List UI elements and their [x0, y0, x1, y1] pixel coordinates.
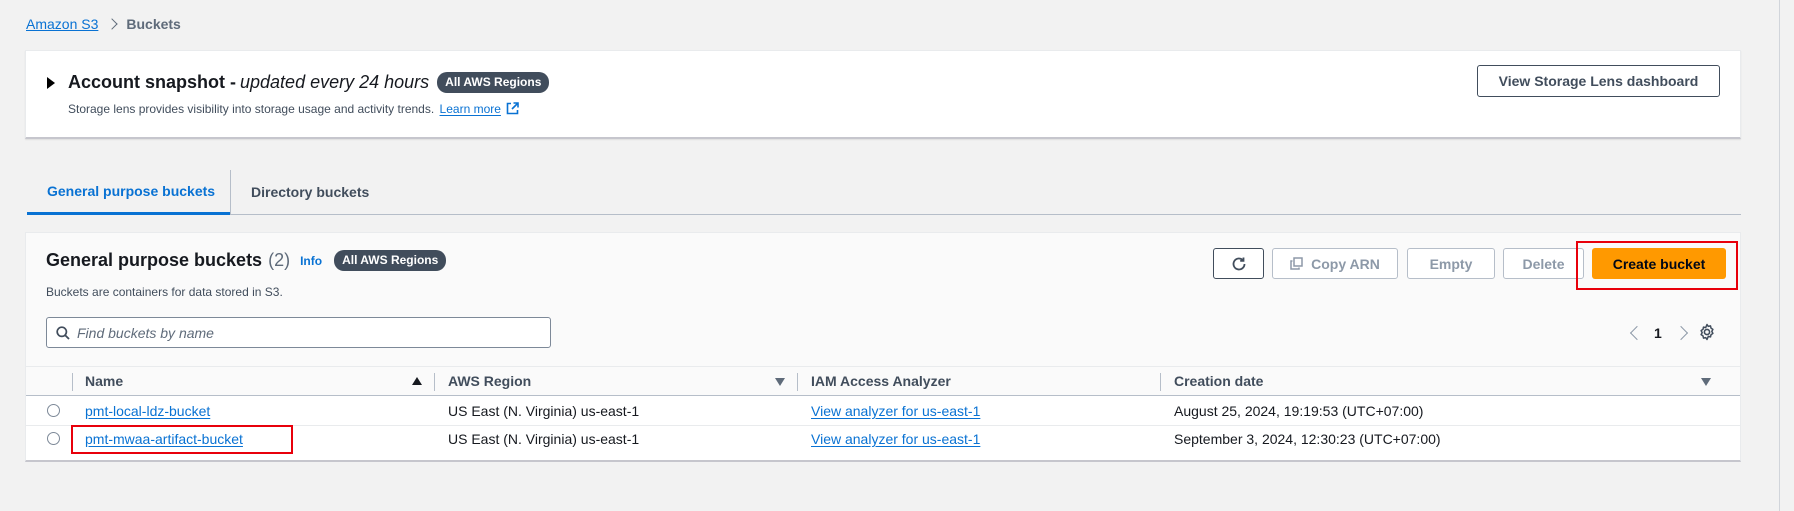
column-divider — [797, 373, 798, 391]
external-link-icon[interactable] — [506, 102, 520, 115]
snapshot-description: Storage lens provides visibility into st… — [68, 102, 520, 116]
row-select-radio[interactable] — [47, 404, 60, 417]
breadcrumb-current: Buckets — [126, 16, 181, 32]
empty-button[interactable]: Empty — [1407, 248, 1495, 279]
refresh-icon — [1232, 257, 1245, 270]
buckets-heading: General purpose buckets (2) Info All AWS… — [46, 250, 447, 271]
bucket-creation-date: September 3, 2024, 12:30:23 (UTC+07:00) — [1174, 431, 1441, 447]
column-header-iam-analyzer[interactable]: IAM Access Analyzer — [811, 367, 951, 395]
account-snapshot-heading[interactable]: Account snapshot - updated every 24 hour… — [68, 72, 550, 93]
sort-ascending-icon[interactable] — [412, 377, 422, 385]
buckets-count: (2) — [268, 250, 291, 270]
bucket-creation-date: August 25, 2024, 19:19:53 (UTC+07:00) — [1174, 403, 1424, 419]
copy-arn-label: Copy ARN — [1311, 255, 1380, 272]
table-row[interactable]: pmt-mwaa-artifact-bucket US East (N. Vir… — [26, 424, 1740, 454]
tab-general-purpose-buckets[interactable]: General purpose buckets — [27, 170, 230, 215]
table-row[interactable]: pmt-local-ldz-bucket US East (N. Virgini… — [26, 396, 1740, 426]
refresh-button[interactable] — [1213, 248, 1264, 279]
search-icon — [56, 325, 70, 340]
column-divider — [1160, 373, 1161, 391]
bucket-region: US East (N. Virginia) us-east-1 — [448, 403, 640, 419]
column-header-region[interactable]: AWS Region — [448, 367, 531, 395]
view-analyzer-link[interactable]: View analyzer for us-east-1 — [811, 424, 980, 454]
account-snapshot-subtitle: updated every 24 hours — [240, 72, 430, 92]
bucket-name-link[interactable]: pmt-mwaa-artifact-bucket — [85, 424, 243, 454]
copy-arn-button[interactable]: Copy ARN — [1272, 248, 1398, 279]
column-divider — [434, 373, 435, 391]
row-select-radio[interactable] — [47, 432, 60, 445]
pagination: 1 — [1624, 321, 1694, 345]
view-storage-lens-button[interactable]: View Storage Lens dashboard — [1477, 65, 1720, 97]
previous-page-icon[interactable] — [1629, 325, 1645, 341]
column-header-name[interactable]: Name — [85, 367, 123, 395]
scroll-edge-divider — [1779, 0, 1780, 511]
copy-icon — [1290, 257, 1303, 270]
bucket-type-tabs: General purpose buckets Directory bucket… — [27, 170, 1741, 215]
column-divider — [72, 373, 73, 391]
buckets-title: General purpose buckets — [46, 250, 263, 270]
bucket-name-link[interactable]: pmt-local-ldz-bucket — [85, 396, 210, 426]
sort-icon[interactable] — [775, 378, 785, 386]
expand-caret-icon[interactable] — [47, 77, 55, 89]
snapshot-description-text: Storage lens provides visibility into st… — [68, 102, 435, 116]
learn-more-link[interactable]: Learn more — [440, 102, 501, 116]
gear-icon[interactable] — [1698, 323, 1716, 341]
account-snapshot-title: Account snapshot - — [68, 72, 237, 92]
buckets-table-header: Name AWS Region IAM Access Analyzer Crea… — [26, 366, 1740, 396]
sort-icon[interactable] — [1701, 378, 1711, 386]
search-field[interactable] — [46, 317, 551, 348]
all-regions-badge: All AWS Regions — [334, 250, 447, 271]
bucket-region: US East (N. Virginia) us-east-1 — [448, 431, 640, 447]
buckets-description: Buckets are containers for data stored i… — [46, 285, 283, 299]
delete-button[interactable]: Delete — [1503, 248, 1584, 279]
buckets-panel-header: General purpose buckets (2) Info All AWS… — [26, 233, 1740, 366]
view-analyzer-link[interactable]: View analyzer for us-east-1 — [811, 396, 980, 426]
next-page-icon[interactable] — [1673, 325, 1688, 341]
info-link[interactable]: Info — [300, 254, 322, 268]
tab-directory-buckets[interactable]: Directory buckets — [231, 170, 369, 214]
all-regions-badge: All AWS Regions — [437, 72, 550, 93]
current-page-number[interactable]: 1 — [1654, 325, 1662, 341]
chevron-right-icon — [106, 18, 119, 30]
breadcrumb-amazon-s3-link[interactable]: Amazon S3 — [26, 16, 98, 32]
account-snapshot-panel: Account snapshot - updated every 24 hour… — [25, 50, 1741, 139]
create-bucket-button[interactable]: Create bucket — [1592, 248, 1726, 279]
search-input[interactable] — [77, 324, 517, 341]
column-header-creation-date[interactable]: Creation date — [1174, 367, 1263, 395]
general-purpose-buckets-panel: General purpose buckets (2) Info All AWS… — [25, 232, 1741, 462]
breadcrumb: Amazon S3 Buckets — [26, 14, 181, 34]
